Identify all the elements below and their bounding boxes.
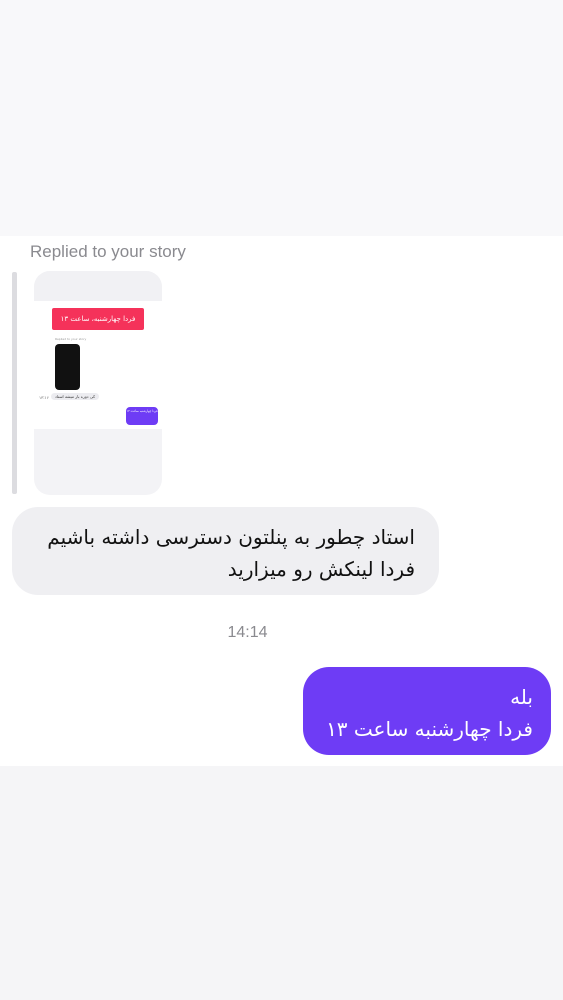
story-top-area [34, 271, 162, 301]
top-blank-area [0, 0, 563, 236]
story-banner: فردا چهارشنبه، ساعت ۱۳ [52, 308, 144, 330]
incoming-message-bubble[interactable]: استاد چطور به پنلتون دسترسی داشته باشیم … [12, 507, 439, 595]
outgoing-message-bubble[interactable]: بله فردا چهارشنبه ساعت ۱۳ [303, 667, 551, 755]
story-phone-image [55, 344, 80, 390]
story-thumbnail[interactable]: فردا چهارشنبه، ساعت ۱۳ Replied to your s… [34, 271, 162, 495]
story-outgoing-bubble: فردا چهارشنبه ساعت ۱۳ [126, 407, 158, 425]
story-replied-label: Replied to your story [55, 337, 87, 341]
message-timestamp: 14:14 [227, 624, 268, 641]
story-incoming-bubble: کی دوره بار میشه استاد [51, 393, 100, 400]
reply-quote-bar [12, 272, 17, 494]
outgoing-message-line-2: فردا چهارشنبه ساعت ۱۳ [326, 717, 533, 741]
outgoing-message-line-1: بله [510, 685, 533, 709]
story-time: ۱۳:۱۶ [39, 395, 49, 400]
bottom-blank-area [0, 766, 563, 1000]
incoming-message-line-2: فردا لینکش رو میزارید [227, 557, 415, 581]
incoming-message-line-1: استاد چطور به پنلتون دسترسی داشته باشیم [47, 525, 415, 549]
replied-to-story-label: Replied to your story [30, 242, 186, 261]
